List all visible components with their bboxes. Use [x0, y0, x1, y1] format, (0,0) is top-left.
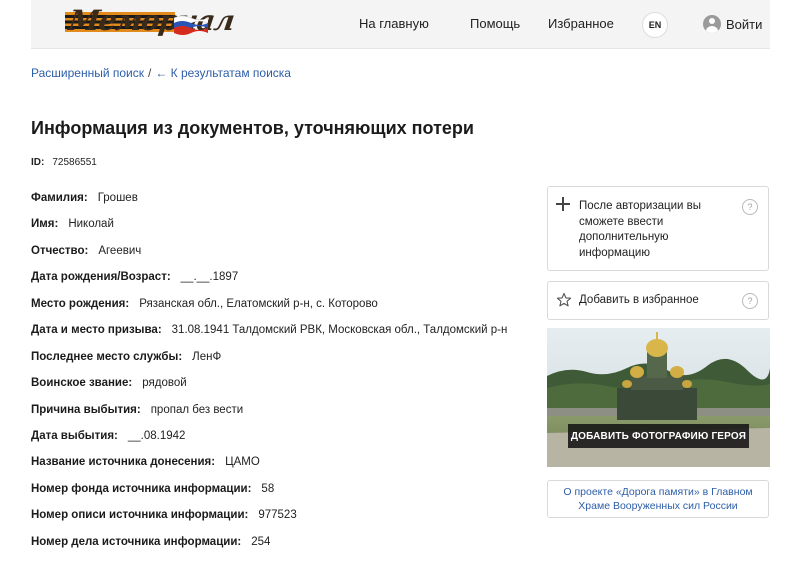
language-switch-button[interactable]: EN	[642, 12, 668, 38]
field-value: 31.08.1941 Талдомский РВК, Московская об…	[171, 324, 508, 337]
field-row: Дата выбытия: __.08.1942	[31, 430, 541, 456]
field-row: Номер дела источника информации: 254	[31, 536, 541, 562]
field-value: Николай	[68, 218, 114, 231]
star-icon	[556, 292, 572, 307]
field-row: Дата рождения/Возраст: __.__.1897	[31, 271, 541, 297]
nav-help-link[interactable]: Помощь	[470, 16, 520, 31]
nav-favorites-link[interactable]: Избранное	[548, 16, 614, 31]
field-row: Последнее место службы: ЛенФ	[31, 351, 541, 377]
record-fields: Фамилия: Грошев Имя: Николай Отчество: Агееви…	[31, 192, 541, 562]
field-label: Место рождения:	[31, 297, 130, 310]
site-header: Мемориал На главную Помощь Избранное EN …	[31, 0, 770, 49]
field-value: пропал без вести	[150, 403, 244, 416]
field-label: Номер описи источника информации:	[31, 509, 249, 522]
memorial-logo[interactable]: Мемориал	[61, 2, 236, 44]
field-row: Номер описи источника информации: 977523	[31, 509, 541, 535]
field-row: Причина выбытия: пропал без вести	[31, 404, 541, 430]
field-value: Грошев	[97, 192, 138, 204]
field-row: Фамилия: Грошев	[31, 192, 541, 218]
breadcrumb-separator: /	[148, 66, 152, 80]
login-button[interactable]: Войти	[703, 15, 762, 33]
nav-home-link[interactable]: На главную	[359, 16, 429, 31]
field-value: __.__.1897	[180, 271, 239, 284]
field-value: Рязанская обл., Елатомский р-н, с. Котор…	[139, 297, 378, 310]
field-row: Имя: Николай	[31, 218, 541, 244]
user-avatar-icon	[703, 15, 721, 33]
advanced-search-link[interactable]: Расширенный поиск	[31, 66, 144, 80]
field-label: Причина выбытия:	[31, 403, 141, 416]
add-to-favorites-button[interactable]: Добавить в избранное ?	[547, 281, 769, 320]
field-label: Дата рождения/Возраст:	[31, 271, 171, 284]
field-row: Название источника донесения: ЦАМО	[31, 456, 541, 482]
auth-info-card: После авторизации вы сможете ввести допо…	[547, 186, 769, 271]
login-label: Войти	[726, 16, 763, 32]
record-id-value: 72586551	[52, 157, 97, 168]
field-value: 58	[261, 482, 275, 495]
field-label: Название источника донесения:	[31, 456, 216, 469]
add-hero-photo-banner[interactable]: ДОБАВИТЬ ФОТОГРАФИЮ ГЕРОЯ	[547, 328, 770, 467]
field-label: Имя:	[31, 218, 59, 231]
logo-text: Мемориал	[66, 4, 237, 37]
field-value: рядовой	[142, 377, 187, 390]
field-value: ЛенФ	[192, 350, 222, 363]
auth-info-text: После авторизации вы сможете ввести допо…	[579, 200, 701, 259]
field-value: __.08.1942	[127, 429, 186, 442]
plus-icon[interactable]	[556, 197, 570, 211]
add-to-favorites-label: Добавить в избранное	[579, 294, 699, 306]
about-project-link[interactable]: О проекте «Дорога памяти» в Главном Храм…	[547, 480, 769, 518]
field-label: Фамилия:	[31, 192, 88, 204]
field-label: Номер фонда источника информации:	[31, 482, 252, 495]
help-icon[interactable]: ?	[742, 199, 758, 215]
field-row: Воинское звание: рядовой	[31, 377, 541, 403]
field-label: Воинское звание:	[31, 377, 133, 390]
field-label: Отчество:	[31, 244, 89, 257]
field-row: Отчество: Агеевич	[31, 245, 541, 271]
field-row: Дата и место призыва: 31.08.1941 Талдомск…	[31, 324, 541, 350]
field-value: Агеевич	[98, 244, 142, 257]
field-label: Дата и место призыва:	[31, 324, 162, 337]
field-value: 977523	[258, 509, 297, 522]
field-value: ЦАМО	[225, 456, 260, 469]
field-label: Номер дела источника информации:	[31, 535, 242, 548]
field-row: Номер фонда источника информации: 58	[31, 483, 541, 509]
record-id: ID: 72586551	[31, 157, 97, 168]
breadcrumb: Расширенный поиск / ← К результатам поиска	[31, 66, 291, 80]
back-to-results-link[interactable]: ← К результатам поиска	[155, 66, 291, 80]
help-icon[interactable]: ?	[742, 293, 758, 309]
record-id-label: ID:	[31, 157, 45, 168]
field-value: 254	[251, 535, 271, 548]
page-title: Информация из документов, уточняющих пот…	[31, 118, 474, 138]
field-row: Место рождения: Рязанская обл., Елатомски…	[31, 298, 541, 324]
field-label: Последнее место службы:	[31, 350, 183, 363]
field-label: Дата выбытия:	[31, 429, 118, 442]
add-hero-photo-button[interactable]: ДОБАВИТЬ ФОТОГРАФИЮ ГЕРОЯ	[568, 424, 749, 448]
russian-flag-icon	[174, 15, 208, 35]
